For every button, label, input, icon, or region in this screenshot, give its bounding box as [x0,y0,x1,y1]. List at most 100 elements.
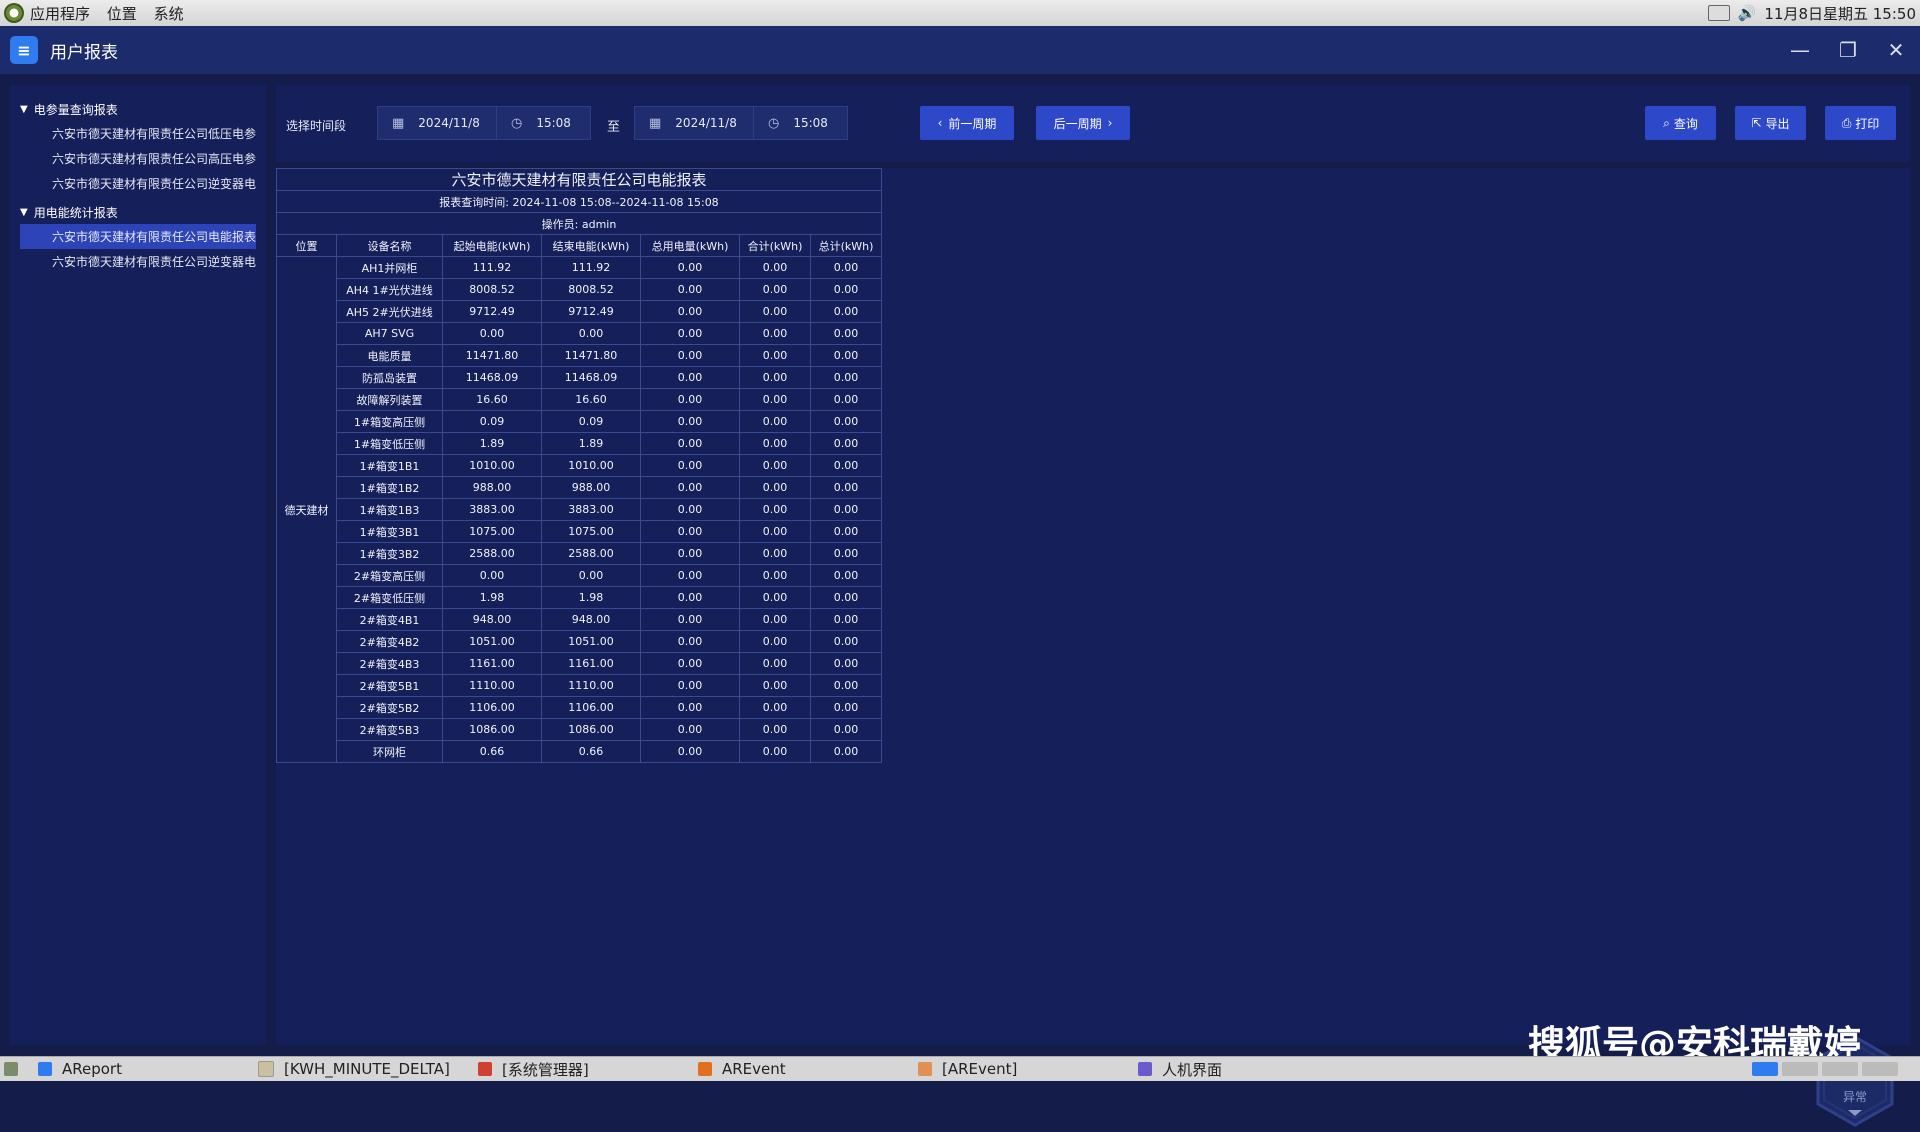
value-cell: 0.00 [810,740,882,763]
value-cell: 0.00 [810,652,882,675]
tree-item-inverter-energy[interactable]: 六安市德天建材有限责任公司逆变器电 [10,249,266,274]
tree-group-electrical-params[interactable]: ▼ 电参量查询报表 [10,97,266,121]
value-cell: 1161.00 [541,652,641,675]
task-kwh-minute-delta[interactable]: [KWH_MINUTE_DELTA] [258,1057,450,1081]
value-cell: 0.00 [810,366,882,389]
device-name-cell: 1#箱变3B1 [336,520,443,543]
device-name-cell: 1#箱变1B1 [336,454,443,477]
next-period-button[interactable]: 后一周期 › [1036,106,1130,140]
report-header-row: 位置 设备名称 起始电能(kWh) 结束电能(kWh) 总用电量(kWh) 合计(kWh)… [276,234,882,257]
value-cell: 948.00 [541,608,641,631]
workspace-1-icon[interactable] [1752,1062,1778,1076]
value-cell: 0.00 [810,718,882,741]
table-row: 1#箱变3B2 2588.00 2588.00 0.00 0.00 0.00 [277,542,882,565]
device-name-cell: 2#箱变4B3 [336,652,443,675]
tree-group-energy-stats[interactable]: ▼ 用电能统计报表 [10,200,266,224]
task-system-manager[interactable]: [系统管理器] [478,1057,589,1081]
value-cell: 988.00 [442,476,542,499]
value-cell: 0.00 [640,300,740,323]
value-cell: 0.00 [810,586,882,609]
value-cell: 1106.00 [541,696,641,719]
tree-group-label: 电参量查询报表 [33,102,118,117]
value-cell: 0.00 [739,454,811,477]
value-cell: 0.00 [739,388,811,411]
table-row: 1#箱变3B1 1075.00 1075.00 0.00 0.00 0.00 [277,520,882,543]
value-cell: 0.00 [640,388,740,411]
system-logo-icon[interactable] [4,3,24,23]
task-label: [KWH_MINUTE_DELTA] [284,1060,450,1078]
table-row: 2#箱变低压侧 1.98 1.98 0.00 0.00 0.00 [277,586,882,609]
value-cell: 1086.00 [541,718,641,741]
device-name-cell: 2#箱变高压侧 [336,564,443,587]
prev-period-button[interactable]: ‹ 前一周期 [920,106,1014,140]
workspace-2-icon[interactable] [1782,1062,1818,1076]
start-date-picker[interactable]: ▦ 2024/11/8 [377,106,497,140]
value-cell: 0.00 [640,696,740,719]
query-button[interactable]: ⌕ 查询 [1645,106,1716,140]
system-clock[interactable]: 11月8日星期五 15:50 [1764,3,1916,24]
task-hmi[interactable]: 人机界面 [1138,1057,1222,1081]
workspace-switcher[interactable] [1752,1057,1908,1081]
value-cell: 0.00 [810,300,882,323]
search-icon: ⌕ [1663,115,1670,130]
table-row: 1#箱变低压侧 1.89 1.89 0.00 0.00 0.00 [277,432,882,455]
device-name-cell: 1#箱变1B2 [336,476,443,499]
table-row: AH5 2#光伏进线 9712.49 9712.49 0.00 0.00 0.00 [277,300,882,323]
value-cell: 0.00 [810,542,882,565]
tree-item-energy-report[interactable]: 六安市德天建材有限责任公司电能报表 [20,224,256,249]
end-time-picker[interactable]: ◷ 15:08 [753,106,848,140]
device-name-cell: 2#箱变4B2 [336,630,443,653]
query-label: 查询 [1673,116,1698,131]
menu-system[interactable]: 系统 [154,5,184,23]
value-cell: 0.00 [810,476,882,499]
keyboard-icon[interactable] [1707,5,1730,21]
value-cell: 0.00 [739,498,811,521]
caret-down-icon[interactable]: ▼ [20,104,28,115]
minimize-button[interactable]: — [1776,26,1824,74]
value-cell: 0.00 [640,674,740,697]
show-desktop-icon[interactable] [4,1057,28,1081]
task-arevent-bracket[interactable]: [AREvent] [918,1057,1017,1081]
time-filter-panel: 选择时间段 ▦ 2024/11/8 ◷ 15:08 至 ▦ 2024/11/8 … [276,85,1910,162]
value-cell: 0.00 [810,630,882,653]
alarm-label: 异常 [1842,1090,1867,1104]
table-row: 1#箱变1B2 988.00 988.00 0.00 0.00 0.00 [277,476,882,499]
value-cell: 0.00 [810,256,882,279]
value-cell: 0.00 [739,410,811,433]
menu-places[interactable]: 位置 [107,5,137,23]
volume-icon[interactable]: 🔊 [1738,4,1757,22]
task-areport[interactable]: AReport [38,1057,122,1081]
device-name-cell: 1#箱变高压侧 [336,410,443,433]
task-arevent[interactable]: AREvent [698,1057,786,1081]
table-row: 环网柜 0.66 0.66 0.00 0.00 0.00 [277,740,882,763]
value-cell: 0.00 [810,454,882,477]
restore-button[interactable]: ❐ [1824,26,1872,74]
table-row: 防孤岛装置 11468.09 11468.09 0.00 0.00 0.00 [277,366,882,389]
workspace-4-icon[interactable] [1862,1062,1898,1076]
column-header: 位置 [276,234,337,257]
tree-item-low-voltage[interactable]: 六安市德天建材有限责任公司低压电参 [10,121,266,146]
value-cell: 0.00 [541,322,641,345]
print-button[interactable]: ⎙ 打印 [1825,106,1896,140]
value-cell: 0.09 [442,410,542,433]
value-cell: 0.00 [640,652,740,675]
start-time-picker[interactable]: ◷ 15:08 [496,106,591,140]
value-cell: 0.00 [640,278,740,301]
close-button[interactable]: ✕ [1872,26,1920,74]
start-date-value: 2024/11/8 [418,116,480,130]
value-cell: 0.00 [810,432,882,455]
value-cell: 0.00 [739,344,811,367]
value-cell: 9712.49 [541,300,641,323]
table-row: 2#箱变4B1 948.00 948.00 0.00 0.00 0.00 [277,608,882,631]
value-cell: 0.00 [640,542,740,565]
end-date-picker[interactable]: ▦ 2024/11/8 [634,106,754,140]
workspace-3-icon[interactable] [1822,1062,1858,1076]
tree-item-inverter-params[interactable]: 六安市德天建材有限责任公司逆变器电 [10,171,266,196]
report-query-time-row: 报表查询时间: 2024-11-08 15:08--2024-11-08 15:… [276,190,882,213]
menu-applications[interactable]: 应用程序 [30,5,90,23]
caret-down-icon[interactable]: ▼ [20,207,28,218]
tree-item-high-voltage[interactable]: 六安市德天建材有限责任公司高压电参 [10,146,266,171]
printer-icon: ⎙ [1841,115,1852,130]
table-row: 2#箱变5B3 1086.00 1086.00 0.00 0.00 0.00 [277,718,882,741]
export-button[interactable]: ⇱ 导出 [1735,106,1806,140]
